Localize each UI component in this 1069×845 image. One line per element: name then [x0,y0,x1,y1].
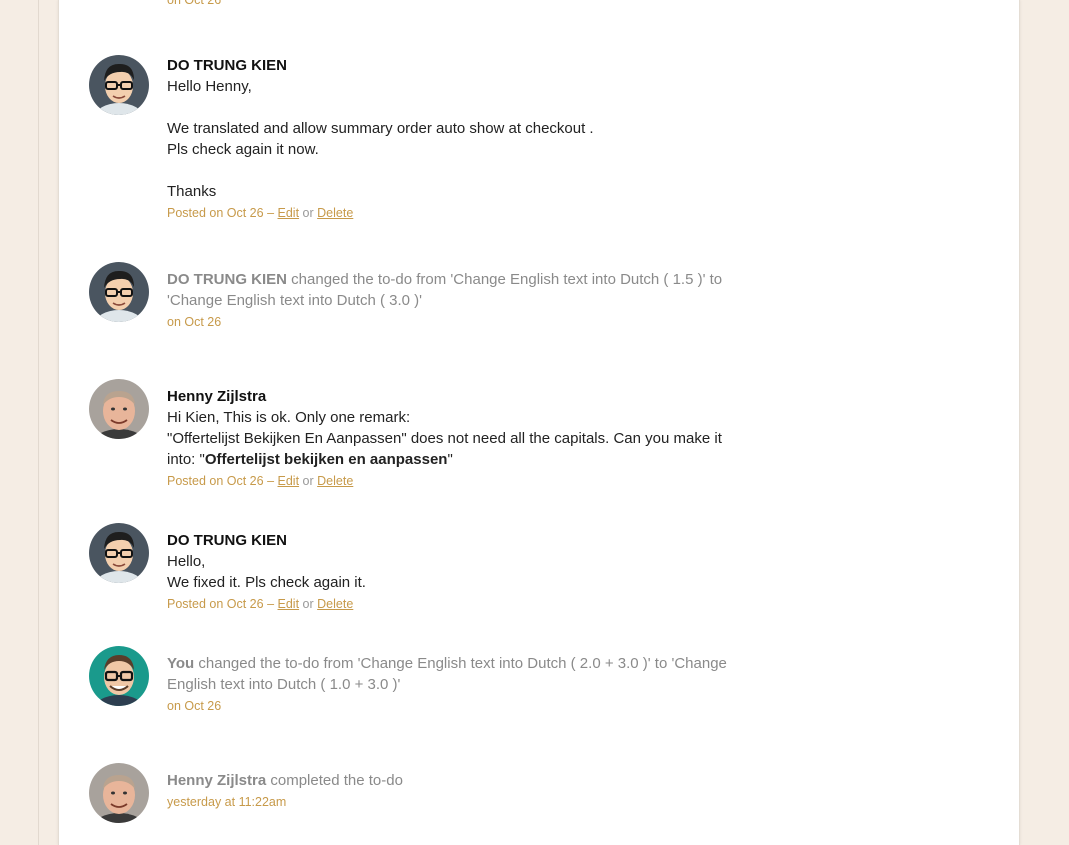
kien-avatar [89,262,149,322]
meta-dash: – [267,206,275,220]
comment-line: We translated and allow summary order au… [167,120,594,137]
comment-meta: Posted on Oct 26 – Edit or Delete [167,594,747,614]
delete-link[interactable]: Delete [317,597,353,611]
comment-line: Thanks [167,183,217,200]
event-text: Henny Zijlstra completed the to-do [167,770,747,791]
kien-avatar [89,55,149,115]
meta-dash: – [267,597,275,611]
comment-author: Henny Zijlstra [167,388,267,405]
comment-author: DO TRUNG KIEN [167,532,287,549]
event-description: changed the to-do from 'Change English t… [167,655,727,693]
meta-dash: – [267,474,275,488]
posted-date: Posted on Oct 26 [167,597,264,611]
event-author: DO TRUNG KIEN [167,271,287,288]
comment-body: Hello Henny, We translated and allow sum… [167,76,747,202]
comment-meta: Posted on Oct 26 – Edit or Delete [167,203,747,223]
event-text: DO TRUNG KIEN changed the to-do from 'Ch… [167,269,747,311]
delete-link[interactable]: Delete [317,474,353,488]
delete-link[interactable]: Delete [317,206,353,220]
posted-date: Posted on Oct 26 [167,206,264,220]
comment-body: Hello, We fixed it. Pls check again it. [167,551,747,593]
meta-or: or [302,597,314,611]
meta-or: or [302,474,314,488]
previous-entry-date: on Oct 26 [167,0,222,7]
event-date: on Oct 26 [167,315,222,329]
comment-body: Hi Kien, This is ok. Only one remark: "O… [167,407,747,470]
event-date: yesterday at 11:22am [167,795,287,809]
henny-avatar [89,763,149,823]
comment-line: Hello, [167,553,206,570]
edit-link[interactable]: Edit [278,206,300,220]
page-rail [38,0,39,845]
comment-line: "Offertelijst Bekijken En Aanpassen" doe… [167,428,747,470]
comment-line: Pls check again it now. [167,141,319,158]
comment-line [167,97,747,118]
comment-line: Hi Kien, This is ok. Only one remark: [167,409,411,426]
henny-avatar [89,379,149,439]
event-description: completed the to-do [270,772,403,789]
edit-link[interactable]: Edit [278,597,300,611]
comment-meta: Posted on Oct 26 – Edit or Delete [167,471,747,491]
event-date: on Oct 26 [167,699,222,713]
comment-line: Hello Henny, [167,78,252,95]
comment-text: " [447,451,453,468]
event-author: You [167,655,195,672]
comment-line: We fixed it. Pls check again it. [167,574,366,591]
you-avatar [89,646,149,706]
discussion-card: on Oct 26 DO TRUNG KIEN Hello Henny, We … [58,0,1020,845]
posted-date: Posted on Oct 26 [167,474,264,488]
kien-avatar [89,523,149,583]
event-author: Henny Zijlstra [167,772,267,789]
comment-author: DO TRUNG KIEN [167,57,287,74]
comment-line [167,160,747,181]
event-text: You changed the to-do from 'Change Engli… [167,653,747,695]
edit-link[interactable]: Edit [278,474,300,488]
comment-bold-text: Offertelijst bekijken en aanpassen [204,451,448,468]
meta-or: or [302,206,314,220]
